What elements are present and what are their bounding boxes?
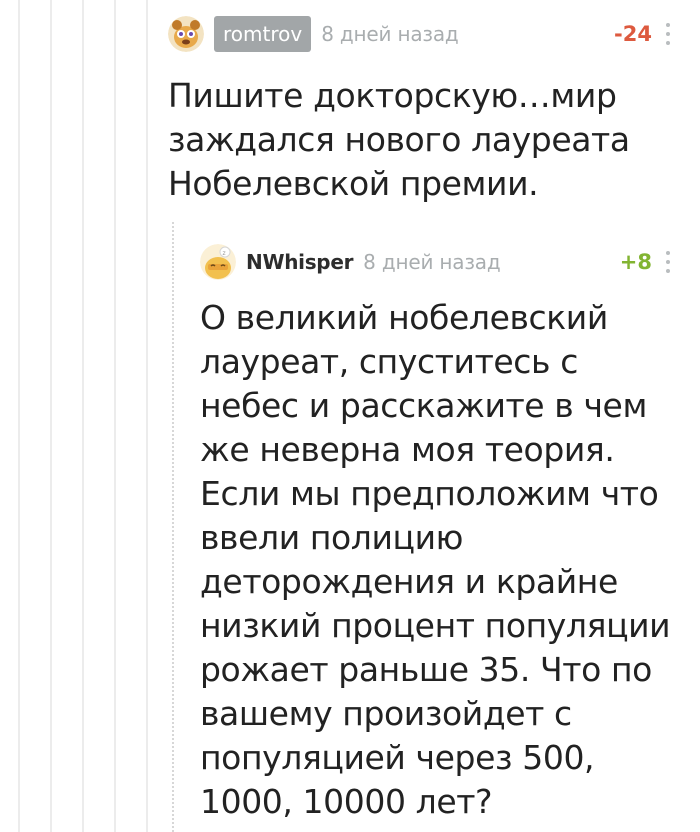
username-link[interactable]: NWhisper <box>246 250 353 274</box>
svg-text:z: z <box>223 250 226 257</box>
sleepy-creature-avatar-icon: z <box>200 244 236 280</box>
comment-text: О великий нобелевский лауреат, спуститес… <box>200 298 671 821</box>
cartoon-animal-avatar-icon <box>168 16 204 52</box>
reply-thread-line <box>172 222 174 832</box>
comment-rating: +8 <box>619 250 652 274</box>
comment-timestamp[interactable]: 8 дней назад <box>321 22 459 46</box>
reply-comment: z NWhisper 8 дней назад +8 О великий ноб… <box>200 242 678 824</box>
comment-header: romtrov 8 дней назад -24 <box>168 14 678 54</box>
comment-timestamp[interactable]: 8 дней назад <box>363 250 501 274</box>
user-avatar[interactable] <box>168 16 204 52</box>
comment-header: z NWhisper 8 дней назад +8 <box>200 242 678 282</box>
thread-line-5 <box>146 0 148 832</box>
username-badge[interactable]: romtrov <box>214 16 312 52</box>
comment-rating: -24 <box>614 22 652 46</box>
user-avatar[interactable]: z <box>200 244 236 280</box>
thread-line-2 <box>50 0 52 832</box>
comment: romtrov 8 дней назад -24 Пишите докторск… <box>168 14 678 206</box>
thread-line-4 <box>114 0 116 832</box>
more-options-icon[interactable] <box>662 23 674 45</box>
more-options-icon[interactable] <box>662 251 674 273</box>
thread-line-3 <box>82 0 84 832</box>
comment-text: Пишите докторскую…мир заждался нового ла… <box>168 76 630 203</box>
thread-line-1 <box>18 0 20 832</box>
